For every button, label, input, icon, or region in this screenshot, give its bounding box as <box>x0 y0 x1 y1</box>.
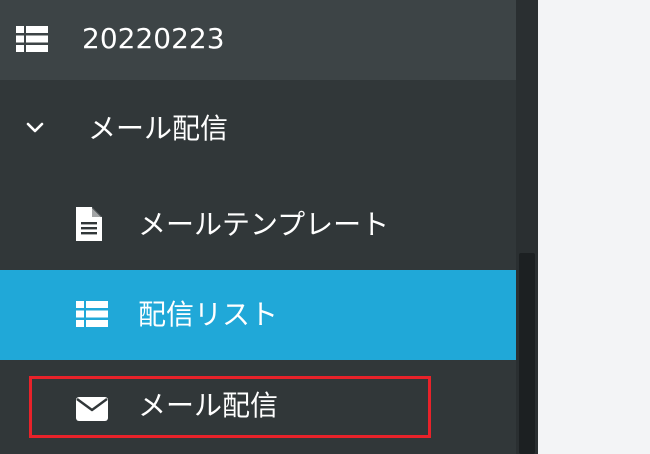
sidebar-scrollbar-thumb[interactable] <box>519 253 535 454</box>
sidebar-item-label: メールテンプレート <box>138 208 390 241</box>
chevron-down-icon <box>26 121 44 135</box>
list-icon <box>76 301 108 327</box>
main-content-area <box>538 0 650 454</box>
sidebar-group-label: メール配信 <box>88 112 229 145</box>
sidebar-item-20220223[interactable]: 20220223 <box>0 0 516 80</box>
sidebar-group-mail-delivery[interactable]: メール配信 <box>0 80 516 180</box>
sidebar-item-label: 20220223 <box>82 22 225 55</box>
sidebar-item-distribution-list[interactable]: 配信リスト <box>0 270 516 360</box>
sidebar-item-mail-template[interactable]: メールテンプレート <box>0 180 516 270</box>
sidebar-item-mail-delivery[interactable]: メール配信 <box>0 360 516 454</box>
sidebar-nav: 20220223 メール配信 メールテンプレート 配信リスト メール配信 <box>0 0 516 454</box>
sidebar-item-label: メール配信 <box>138 389 279 422</box>
envelope-icon <box>76 397 108 421</box>
file-text-icon <box>76 207 102 241</box>
list-icon <box>16 26 48 52</box>
sidebar-item-label: 配信リスト <box>138 298 279 331</box>
